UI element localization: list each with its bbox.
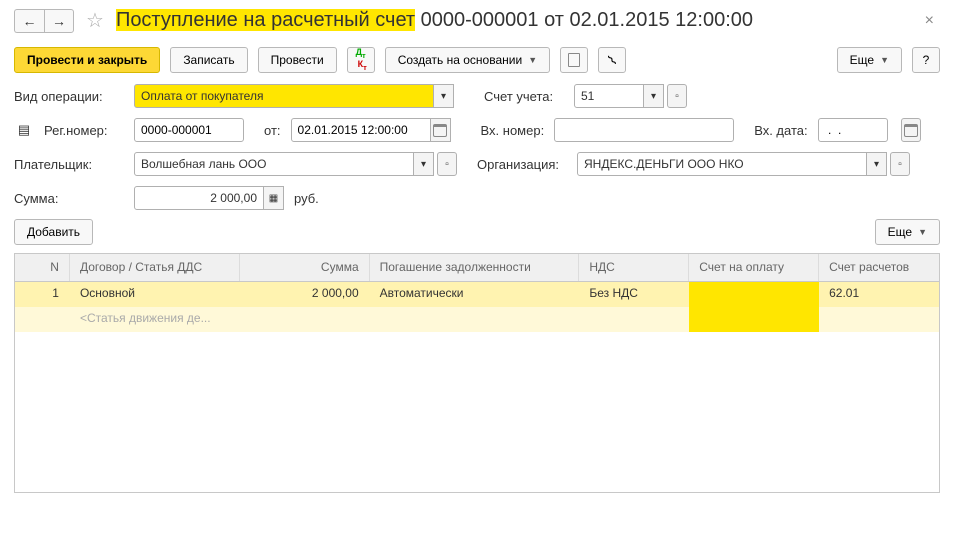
operation-type-label: Вид операции: (14, 89, 124, 104)
main-toolbar: Провести и закрыть Записать Провести ДтК… (14, 47, 940, 73)
sum-label: Сумма: (14, 191, 124, 206)
table-header: N Договор / Статья ДДС Сумма Погашение з… (15, 254, 939, 282)
col-n: N (15, 254, 70, 281)
account-field[interactable]: 51 ▾ ▫ (574, 84, 687, 108)
col-contract: Договор / Статья ДДС (70, 254, 240, 281)
from-date-field[interactable] (291, 118, 451, 142)
reg-number-label: Рег.номер: (44, 123, 124, 138)
dds-placeholder[interactable]: <Статья движения де... (70, 307, 240, 332)
page-title: Поступление на расчетный счет 0000-00000… (116, 9, 753, 32)
document-icon-button[interactable] (560, 47, 588, 73)
table-body[interactable]: 1 Основной 2 000,00 Автоматически Без НД… (15, 282, 939, 492)
write-button[interactable]: Записать (170, 47, 247, 73)
sum-calc-icon[interactable]: ▦ (264, 186, 284, 210)
lines-table: N Договор / Статья ДДС Сумма Погашение з… (14, 253, 940, 493)
dt-kt-button[interactable]: ДтКт (347, 47, 375, 73)
reg-number-input[interactable] (134, 118, 244, 142)
col-settlement-account: Счет расчетов (819, 254, 939, 281)
incoming-date-label: Вх. дата: (754, 123, 807, 138)
account-open-icon[interactable]: ▫ (667, 84, 687, 108)
post-button[interactable]: Провести (258, 47, 337, 73)
help-button[interactable]: ? (912, 47, 940, 73)
table-row[interactable]: 1 Основной 2 000,00 Автоматически Без НД… (15, 282, 939, 307)
attach-button[interactable]: ⌇ (598, 47, 626, 73)
incoming-date-input[interactable] (818, 118, 888, 142)
back-button[interactable]: ← (14, 9, 44, 33)
more-button[interactable]: Еще▼ (837, 47, 902, 73)
registry-icon: ▤ (14, 122, 34, 138)
payer-field[interactable]: Волшебная лань ООО ▾ ▫ (134, 152, 457, 176)
incoming-number-label: Вх. номер: (481, 123, 545, 138)
nav-buttons: ← → (14, 9, 74, 33)
incoming-date-calendar-icon[interactable] (901, 118, 921, 142)
operation-type-field[interactable]: Оплата от покупателя ▾ (134, 84, 454, 108)
paperclip-icon: ⌇ (604, 51, 620, 68)
row-reg-number: ▤ Рег.номер: от: Вх. номер: Вх. дата: (14, 117, 940, 143)
document-icon (568, 53, 580, 67)
from-date-label: от: (264, 123, 281, 138)
organization-field[interactable]: ЯНДЕКС.ДЕНЬГИ ООО НКО ▾ ▫ (577, 152, 910, 176)
organization-dropdown-icon[interactable]: ▾ (867, 152, 887, 176)
add-row-button[interactable]: Добавить (14, 219, 93, 245)
post-and-close-button[interactable]: Провести и закрыть (14, 47, 160, 73)
row-payer: Плательщик: Волшебная лань ООО ▾ ▫ Орган… (14, 151, 940, 177)
row-operation-type: Вид операции: Оплата от покупателя ▾ Сче… (14, 83, 940, 109)
sub-toolbar: Добавить Еще▼ (14, 219, 940, 245)
invoice-cell-highlighted[interactable] (689, 282, 819, 307)
payer-label: Плательщик: (14, 157, 124, 172)
payer-dropdown-icon[interactable]: ▾ (414, 152, 434, 176)
col-vat: НДС (579, 254, 689, 281)
create-based-on-button[interactable]: Создать на основании▼ (385, 47, 550, 73)
forward-button[interactable]: → (44, 9, 74, 33)
operation-type-dropdown-icon[interactable]: ▾ (434, 84, 454, 108)
sum-field[interactable]: 2 000,00 ▦ (134, 186, 284, 210)
account-label: Счет учета: (484, 89, 564, 104)
col-invoice: Счет на оплату (689, 254, 819, 281)
account-dropdown-icon[interactable]: ▾ (644, 84, 664, 108)
col-repayment: Погашение задолженности (370, 254, 580, 281)
from-date-calendar-icon[interactable] (431, 118, 451, 142)
titlebar: ← → ☆ Поступление на расчетный счет 0000… (14, 8, 940, 33)
table-more-button[interactable]: Еще▼ (875, 219, 940, 245)
table-row-sub[interactable]: <Статья движения де... (15, 307, 939, 332)
col-sum: Сумма (240, 254, 370, 281)
organization-label: Организация: (477, 157, 567, 172)
row-sum: Сумма: 2 000,00 ▦ руб. (14, 185, 940, 211)
favorite-star-icon[interactable]: ☆ (86, 8, 104, 33)
payer-open-icon[interactable]: ▫ (437, 152, 457, 176)
close-button[interactable]: × (919, 12, 940, 30)
currency-label: руб. (294, 191, 319, 206)
incoming-number-input[interactable] (554, 118, 734, 142)
organization-open-icon[interactable]: ▫ (890, 152, 910, 176)
